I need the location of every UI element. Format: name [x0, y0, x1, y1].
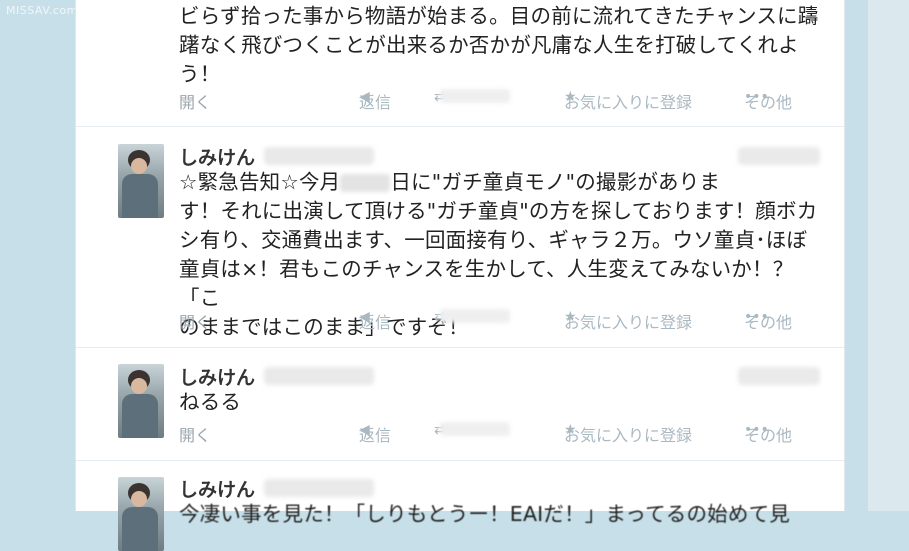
retweet-label-blurred — [440, 89, 510, 103]
tweet-text: ねるる — [179, 388, 829, 417]
tweet-text: 今凄い事を見た！「しりもとうー！EAIだ！」まってるの始めて見 — [179, 500, 829, 529]
tweet-item[interactable]: しみけん ☆緊急告知☆今月 日に"ガチ童貞モノ"の撮影がありま す！それに出演して… — [76, 127, 844, 348]
tweet-actions: 開く ◀返信 ⇄ ★お気に入りに登録 •••その他 — [76, 309, 844, 333]
tweet-text-line: ビらず拾った事から物語が始まる。目の前に流れてきたチャンスに躊 — [179, 4, 819, 28]
tweet-text-line: ☆緊急告知☆今月 日に"ガチ童貞モノ"の撮影がありま — [179, 170, 721, 194]
tweet-item[interactable]: しみけん 今凄い事を見た！「しりもとうー！EAIだ！」まってるの始めて見 — [76, 461, 844, 551]
user-name[interactable]: しみけん — [179, 143, 255, 170]
avatar[interactable] — [118, 477, 164, 551]
watermark: MISSAV.com — [6, 4, 78, 17]
user-handle-blurred — [264, 479, 374, 497]
retweet-label-blurred — [440, 422, 510, 436]
avatar[interactable] — [118, 144, 164, 218]
favorite-label: お気に入りに登録 — [564, 426, 693, 445]
tweet-text-line: シ有り、交通費出ます、一回面接有り、ギャラ２万。ウソ童貞･ほぼ — [179, 228, 808, 252]
retweet-label-blurred — [440, 309, 510, 323]
user-handle-blurred — [264, 367, 374, 385]
open-link[interactable]: 開く — [179, 422, 211, 446]
favorite-label: お気に入りに登録 — [564, 313, 693, 332]
user-name[interactable]: しみけん — [179, 363, 255, 390]
more-label: その他 — [744, 93, 793, 112]
tweet-text-line: 躇なく飛びつくことが出来るか否かが凡庸な人生を打破してくれよ — [179, 33, 799, 57]
more-label: その他 — [744, 313, 793, 332]
tweet-text-line: 童貞は×！君もこのチャンスを生かして、人生変えてみないか！？「こ — [179, 257, 794, 310]
tweet-text: ビらず拾った事から物語が始まる。目の前に流れてきたチャンスに躊 躇なく飛びつくこ… — [179, 2, 829, 89]
tweet-text-line: う！ — [179, 62, 221, 86]
date-blurred — [340, 174, 391, 192]
tweet-item[interactable]: しみけん ねるる 開く ◀返信 ⇄ ★お気に入りに登録 •••その他 — [76, 348, 844, 461]
open-link[interactable]: 開く — [179, 89, 211, 113]
tweet-text-line: ねるる — [179, 390, 242, 414]
user-name[interactable]: しみけん — [179, 475, 255, 502]
timestamp-blurred — [738, 367, 820, 385]
tweet-actions: 開く ◀返信 ⇄ ★お気に入りに登録 •••その他 — [76, 89, 844, 113]
right-panel — [868, 0, 909, 511]
tweet-actions: 開く ◀返信 ⇄ ★お気に入りに登録 •••その他 — [76, 422, 844, 446]
reply-label: 返信 — [359, 93, 392, 112]
timestamp-blurred — [738, 147, 820, 165]
favorite-label: お気に入りに登録 — [564, 93, 693, 112]
user-handle-blurred — [264, 147, 374, 165]
timeline: ビらず拾った事から物語が始まる。目の前に流れてきたチャンスに躊 躇なく飛びつくこ… — [75, 0, 845, 551]
open-link[interactable]: 開く — [179, 309, 211, 333]
reply-label: 返信 — [359, 313, 392, 332]
tweet-text-line: す！それに出演して頂ける"ガチ童貞"の方を探しております！顔ボカ — [179, 199, 818, 223]
reply-label: 返信 — [359, 426, 392, 445]
tweet-text-line: 今凄い事を見た！「しりもとうー！EAIだ！」まってるの始めて見 — [179, 502, 790, 526]
tweet-item[interactable]: ビらず拾った事から物語が始まる。目の前に流れてきたチャンスに躊 躇なく飛びつくこ… — [76, 0, 844, 127]
more-label: その他 — [744, 426, 793, 445]
